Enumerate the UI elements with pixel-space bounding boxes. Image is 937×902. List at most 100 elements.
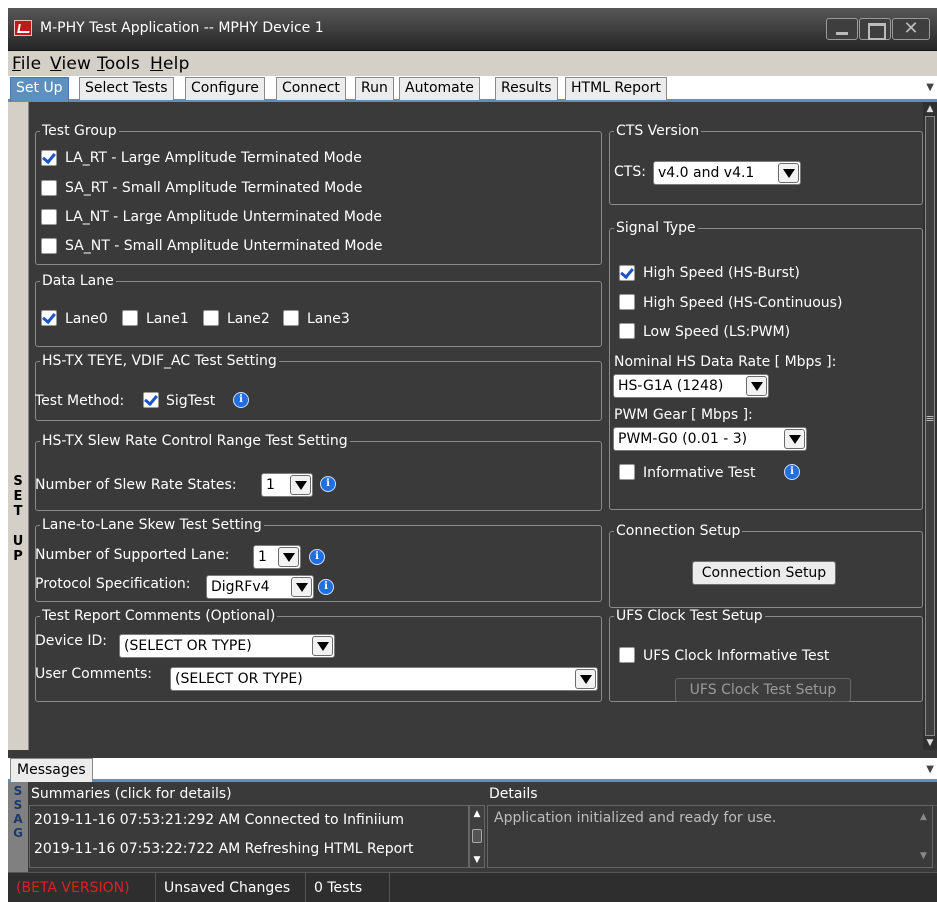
messages-side-tab[interactable]: SSAG bbox=[8, 782, 28, 872]
main-tab-bar: Set Up Select Tests Configure Connect Ru… bbox=[8, 76, 937, 102]
scroll-up-icon[interactable]: ▲ bbox=[920, 812, 927, 822]
scroll-thumb[interactable] bbox=[472, 829, 482, 843]
summaries-scrollbar[interactable]: ▲ ▼ bbox=[469, 805, 485, 868]
informative-test-checkbox[interactable] bbox=[619, 464, 635, 480]
minimize-button[interactable] bbox=[826, 18, 858, 40]
tab-run[interactable]: Run bbox=[355, 77, 394, 100]
setup-vertical-scrollbar[interactable]: ▲ ≡ ▼ bbox=[923, 102, 937, 750]
pwm-gear-label: PWM Gear [ Mbps ]: bbox=[614, 407, 753, 423]
menu-bar: File View Tools Help bbox=[8, 51, 937, 76]
tab-messages[interactable]: Messages bbox=[10, 758, 93, 782]
slew-states-select[interactable]: 1 bbox=[261, 473, 313, 497]
chevron-down-icon[interactable] bbox=[290, 475, 311, 495]
protocol-select[interactable]: DigRFv4 bbox=[206, 575, 314, 599]
chevron-down-icon[interactable] bbox=[278, 547, 299, 567]
menu-file-rest: ile bbox=[20, 54, 42, 74]
pwm-gear-value: PWM-G0 (0.01 - 3) bbox=[618, 431, 748, 447]
details-pane[interactable]: Application initialized and ready for us… bbox=[487, 805, 933, 868]
tab-html-report[interactable]: HTML Report bbox=[565, 77, 667, 100]
tab-set-up[interactable]: Set Up bbox=[10, 77, 69, 102]
grip-icon: ≡ bbox=[925, 412, 935, 425]
supported-lane-value: 1 bbox=[258, 549, 267, 565]
scroll-thumb[interactable] bbox=[925, 116, 935, 736]
sigtest-info-icon[interactable]: i bbox=[233, 392, 249, 408]
tab-select-tests[interactable]: Select Tests bbox=[79, 77, 174, 100]
setup-side-tab[interactable]: SETUP bbox=[8, 102, 29, 750]
chevron-down-icon[interactable] bbox=[312, 636, 333, 656]
tab-overflow-dropdown-icon[interactable]: ▼ bbox=[926, 82, 934, 93]
maximize-button[interactable] bbox=[859, 18, 891, 40]
scroll-down-icon[interactable]: ▼ bbox=[470, 855, 484, 865]
lane0-checkbox[interactable] bbox=[41, 310, 57, 326]
menu-tools[interactable]: Tools bbox=[97, 54, 140, 74]
device-id-combo[interactable]: (SELECT OR TYPE) bbox=[119, 634, 335, 658]
hs-burst-checkbox[interactable] bbox=[619, 265, 635, 281]
messages-dropdown-icon[interactable]: ▼ bbox=[926, 764, 934, 775]
chevron-down-icon[interactable] bbox=[291, 577, 312, 597]
signal-type-legend: Signal Type bbox=[616, 220, 696, 236]
scroll-up-icon[interactable]: ▲ bbox=[923, 104, 937, 114]
menu-help[interactable]: Help bbox=[150, 54, 190, 74]
slew-info-icon[interactable]: i bbox=[320, 476, 336, 492]
hs-rate-select[interactable]: HS-G1A (1248) bbox=[613, 374, 769, 398]
cts-version-select[interactable]: v4.0 and v4.1 bbox=[653, 161, 801, 185]
user-comments-label: User Comments: bbox=[35, 666, 152, 682]
chevron-down-icon[interactable] bbox=[746, 376, 767, 396]
ufs-informative-checkbox[interactable] bbox=[619, 647, 635, 663]
hs-continuous-checkbox[interactable] bbox=[619, 294, 635, 310]
supported-lane-select[interactable]: 1 bbox=[253, 545, 301, 569]
chevron-down-icon[interactable] bbox=[575, 669, 596, 689]
sa-rt-checkbox[interactable] bbox=[41, 180, 57, 196]
setup-side-label: SETUP bbox=[12, 474, 24, 564]
la-rt-checkbox[interactable] bbox=[41, 150, 57, 166]
lane2-label: Lane2 bbox=[227, 311, 270, 327]
tab-results[interactable]: Results bbox=[495, 77, 558, 100]
ls-pwm-checkbox[interactable] bbox=[619, 323, 635, 339]
lane3-checkbox[interactable] bbox=[283, 310, 299, 326]
hs-continuous-label: High Speed (HS-Continuous) bbox=[643, 295, 843, 311]
summaries-header: Summaries (click for details) bbox=[29, 784, 485, 806]
window-title: M-PHY Test Application -- MPHY Device 1 bbox=[40, 20, 324, 36]
summaries-list[interactable]: 2019-11-16 07:53:21:292 AM Connected to … bbox=[29, 805, 469, 868]
scroll-down-icon[interactable]: ▼ bbox=[920, 851, 927, 861]
sigtest-checkbox[interactable] bbox=[143, 392, 159, 408]
tab-connect[interactable]: Connect bbox=[276, 77, 346, 100]
menu-file[interactable]: File bbox=[12, 54, 41, 74]
connection-setup-button[interactable]: Connection Setup bbox=[692, 561, 836, 585]
lane1-label: Lane1 bbox=[146, 311, 189, 327]
close-button[interactable]: ✕ bbox=[892, 18, 930, 40]
tests-count-label: 0 Tests bbox=[306, 873, 390, 902]
informative-info-icon[interactable]: i bbox=[784, 464, 800, 480]
lane1-checkbox[interactable] bbox=[122, 310, 138, 326]
sigtest-label: SigTest bbox=[166, 393, 216, 409]
cts-version-value: v4.0 and v4.1 bbox=[658, 165, 755, 181]
lane-info-icon[interactable]: i bbox=[309, 549, 325, 565]
informative-test-label: Informative Test bbox=[643, 465, 756, 481]
teye-legend: HS-TX TEYE, VDIF_AC Test Setting bbox=[42, 353, 277, 369]
ufs-clock-test-setup-button[interactable]: UFS Clock Test Setup bbox=[675, 678, 851, 702]
la-nt-checkbox[interactable] bbox=[41, 209, 57, 225]
data-lane-box: Data Lane bbox=[35, 273, 602, 347]
tab-configure[interactable]: Configure bbox=[185, 77, 265, 100]
test-method-label: Test Method: bbox=[35, 393, 125, 409]
hs-burst-label: High Speed (HS-Burst) bbox=[643, 265, 800, 281]
menu-tools-rest: ools bbox=[104, 54, 140, 74]
scroll-up-icon[interactable]: ▲ bbox=[470, 809, 484, 819]
list-item[interactable]: 2019-11-16 07:53:22:722 AM Refreshing HT… bbox=[34, 841, 413, 857]
beta-version-label: (BETA VERSION) bbox=[8, 873, 156, 902]
scroll-down-icon[interactable]: ▼ bbox=[923, 738, 937, 748]
lane2-checkbox[interactable] bbox=[203, 310, 219, 326]
chevron-down-icon[interactable] bbox=[784, 429, 805, 449]
protocol-info-icon[interactable]: i bbox=[318, 579, 334, 595]
chevron-down-icon[interactable] bbox=[778, 163, 799, 183]
sa-nt-checkbox[interactable] bbox=[41, 238, 57, 254]
pwm-gear-select[interactable]: PWM-G0 (0.01 - 3) bbox=[613, 427, 807, 451]
list-item[interactable]: 2019-11-16 07:53:21:292 AM Connected to … bbox=[34, 812, 404, 828]
menu-view[interactable]: View bbox=[50, 54, 91, 74]
title-bar[interactable]: M-PHY Test Application -- MPHY Device 1 … bbox=[8, 8, 937, 51]
comments-legend: Test Report Comments (Optional) bbox=[42, 608, 276, 624]
user-comments-combo[interactable]: (SELECT OR TYPE) bbox=[170, 667, 598, 691]
teye-box: HS-TX TEYE, VDIF_AC Test Setting bbox=[35, 353, 602, 421]
tab-automate[interactable]: Automate bbox=[399, 77, 480, 100]
slew-rate-box: HS-TX Slew Rate Control Range Test Setti… bbox=[35, 433, 602, 511]
